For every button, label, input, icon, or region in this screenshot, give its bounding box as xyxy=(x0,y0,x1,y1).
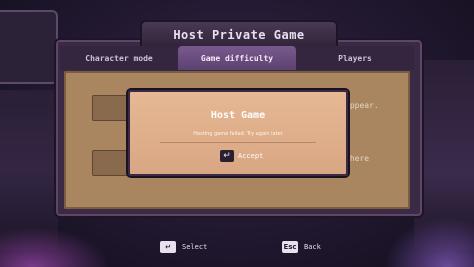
background-left-shelves xyxy=(0,90,58,250)
modal-divider xyxy=(160,142,316,143)
background-glow-left xyxy=(0,227,110,267)
accept-label: Accept xyxy=(238,152,264,160)
tab-players[interactable]: Players xyxy=(296,46,414,70)
difficulty-option-1[interactable] xyxy=(92,95,130,121)
accept-button[interactable]: ↵ Accept xyxy=(220,149,263,163)
select-hint-label: Select xyxy=(182,243,208,251)
modal-title: Host Game xyxy=(210,110,266,121)
enter-key-icon: ↵ xyxy=(220,150,234,162)
difficulty-option-2[interactable] xyxy=(92,150,130,176)
select-hint[interactable]: ↵ Select xyxy=(160,241,207,253)
back-hint-label: Back xyxy=(304,243,321,251)
host-game-modal: Host Game Hosting game failed. Try again… xyxy=(128,90,348,176)
option-description-text: There xyxy=(345,154,370,163)
esc-key-icon: Esc xyxy=(282,241,298,253)
back-hint[interactable]: Esc Back xyxy=(282,241,321,253)
background-portrait-frame xyxy=(0,10,58,84)
tab-character-mode[interactable]: Character mode xyxy=(60,46,178,70)
modal-message: Hosting game failed. Try again later xyxy=(193,131,283,137)
background-glow-right xyxy=(384,217,474,267)
tab-bar: Character mode Game difficulty Players xyxy=(60,46,414,70)
option-description-text: appear. xyxy=(345,101,379,110)
tab-game-difficulty[interactable]: Game difficulty xyxy=(178,46,296,70)
enter-key-icon: ↵ xyxy=(160,241,176,253)
